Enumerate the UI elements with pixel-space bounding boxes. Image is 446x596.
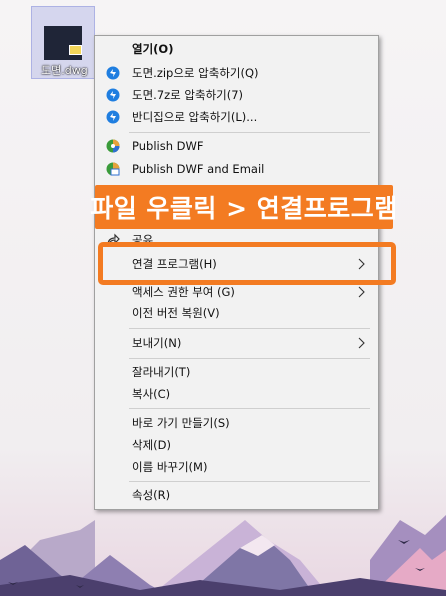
menu-item-label: 도면.zip으로 압축하기(Q) <box>132 66 259 80</box>
menu-item-create-shortcut[interactable]: 바로 가기 만들기(S) <box>95 412 378 434</box>
bandizip-icon <box>105 65 121 81</box>
menu-separator <box>129 481 370 482</box>
autodesk-dwf-icon <box>105 138 121 154</box>
menu-item-label: 삭제(D) <box>132 438 171 452</box>
menu-item-delete[interactable]: 삭제(D) <box>95 434 378 456</box>
menu-item-label: 이름 바꾸기(M) <box>132 460 208 474</box>
menu-separator <box>129 328 370 329</box>
menu-item-zip[interactable]: 도면.zip으로 압축하기(Q) <box>95 62 378 84</box>
menu-item-bandizip[interactable]: 반디집으로 압축하기(L)... <box>95 106 378 128</box>
menu-item-label: 도면.7z로 압축하기(7) <box>132 88 244 102</box>
menu-item-7z[interactable]: 도면.7z로 압축하기(7) <box>95 84 378 106</box>
menu-separator <box>129 132 370 133</box>
menu-separator <box>129 408 370 409</box>
menu-item-label: 반디집으로 압축하기(L)... <box>132 110 258 124</box>
chevron-right-icon <box>358 337 365 349</box>
open-with-highlight-box <box>98 242 396 285</box>
bandizip-icon <box>105 109 121 125</box>
dwg-badge-icon <box>69 45 82 55</box>
menu-item-properties[interactable]: 속성(R) <box>95 484 378 506</box>
menu-item-label: 속성(R) <box>132 488 171 502</box>
menu-item-label: 액세스 권한 부여 (G) <box>132 285 235 299</box>
menu-item-restore-versions[interactable]: 이전 버전 복원(V) <box>95 302 378 324</box>
desktop-file-label: 도면.dwg <box>41 64 88 77</box>
menu-item-label: Publish DWF and Email <box>132 162 265 176</box>
menu-item-label: 잘라내기(T) <box>132 365 191 379</box>
menu-item-label: 보내기(N) <box>132 336 182 350</box>
menu-item-label: 복사(C) <box>132 387 171 401</box>
dwg-file-icon <box>44 26 82 60</box>
menu-item-label: Publish DWF <box>132 139 204 153</box>
menu-item-copy[interactable]: 복사(C) <box>95 383 378 405</box>
menu-item-publish-dwf-email[interactable]: Publish DWF and Email <box>95 158 378 180</box>
desktop-file-dwg[interactable]: 도면.dwg <box>31 6 95 79</box>
chevron-right-icon <box>358 286 365 298</box>
menu-item-publish-dwf[interactable]: Publish DWF <box>95 135 378 157</box>
menu-item-label: 바로 가기 만들기(S) <box>132 416 230 430</box>
menu-separator <box>129 358 370 359</box>
annotation-banner: 파일 우클릭 > 연결프로그램 <box>90 185 397 229</box>
menu-item-rename[interactable]: 이름 바꾸기(M) <box>95 456 378 478</box>
menu-item-cut[interactable]: 잘라내기(T) <box>95 361 378 383</box>
menu-item-open[interactable]: 열기(O) <box>95 38 378 60</box>
bandizip-icon <box>105 87 121 103</box>
menu-item-send-to[interactable]: 보내기(N) <box>95 332 378 354</box>
menu-item-label: 열기(O) <box>132 42 174 56</box>
menu-item-label: 이전 버전 복원(V) <box>132 306 220 320</box>
autodesk-dwf-email-icon <box>105 161 121 177</box>
